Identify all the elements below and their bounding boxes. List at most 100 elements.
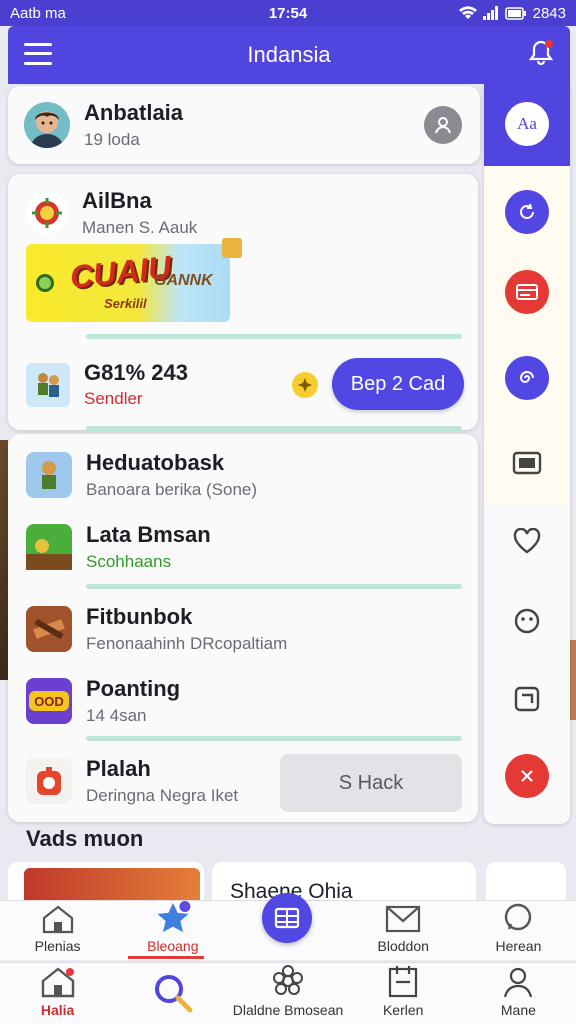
tab-halia[interactable]: Halia bbox=[0, 963, 115, 1024]
background-image-right bbox=[570, 640, 576, 720]
list-item-sub: 14 4san bbox=[86, 706, 147, 725]
list-item[interactable]: OOD Poanting 14 4san bbox=[26, 676, 180, 726]
feature-progress-top bbox=[86, 334, 462, 339]
banner-tag-text: Serkilil bbox=[104, 296, 147, 311]
refresh-icon bbox=[520, 203, 534, 219]
app-bar: Indansia bbox=[8, 26, 570, 84]
tab-label: Bloddon bbox=[377, 938, 429, 954]
stat-value: G81% 243 bbox=[84, 360, 188, 385]
list-divider-progress bbox=[86, 584, 462, 589]
spiral-button[interactable] bbox=[505, 356, 549, 400]
app-list-card: Heduatobask Banoara berika (Sone) Lata B… bbox=[8, 434, 478, 822]
list-divider-progress-2-fill bbox=[86, 736, 462, 741]
list-divider-progress-fill bbox=[86, 584, 462, 589]
heart-icon[interactable] bbox=[510, 524, 544, 558]
list-item[interactable]: Plalah Deringna Negra Iket bbox=[26, 756, 238, 806]
list-item-sub: Deringna Negra Iket bbox=[86, 786, 239, 805]
wallet-icon[interactable] bbox=[510, 446, 544, 480]
hack-button[interactable]: S Hack bbox=[280, 754, 462, 812]
tab-search[interactable] bbox=[115, 963, 230, 1024]
list-item-title: Poanting bbox=[86, 676, 181, 701]
background-image-left bbox=[0, 440, 8, 680]
list-divider-progress-2 bbox=[86, 736, 462, 741]
user-icon bbox=[435, 117, 451, 134]
list-item[interactable]: Lata Bmsan Scohhaans bbox=[26, 522, 211, 572]
primary-action-button[interactable]: Bep 2 Cad bbox=[332, 358, 464, 410]
text-style-label: Aa bbox=[517, 114, 537, 133]
menu-icon[interactable] bbox=[24, 40, 52, 68]
section-title: Vads muon bbox=[26, 826, 144, 851]
list-item-title: Fitbunbok bbox=[86, 604, 193, 629]
right-sidebar: Aa bbox=[484, 84, 570, 824]
tab-label: Mane bbox=[500, 1002, 536, 1018]
feature-title: AilBna bbox=[82, 188, 152, 213]
status-bar: Aatb ma 17:54 2843 bbox=[0, 0, 576, 26]
grid-icon bbox=[274, 907, 300, 929]
tab-herean[interactable]: Herean bbox=[461, 901, 576, 960]
crop-icon[interactable] bbox=[510, 682, 544, 716]
feature-progress-bottom-fill bbox=[86, 426, 462, 431]
list-item[interactable]: Heduatobask Banoara berika (Sone) bbox=[26, 450, 257, 500]
status-time: 17:54 bbox=[268, 4, 308, 22]
close-icon bbox=[521, 770, 533, 782]
list-item-sub: Scohhaans bbox=[86, 552, 172, 571]
app-icon bbox=[26, 606, 72, 652]
tab-kerlen[interactable]: Kerlen bbox=[346, 963, 461, 1024]
avatar bbox=[24, 102, 70, 148]
star-icon bbox=[157, 901, 191, 933]
list-item-title: Lata Bmsan bbox=[86, 522, 211, 547]
card-button[interactable] bbox=[505, 270, 549, 314]
app-icon bbox=[26, 524, 72, 570]
center-action-button[interactable] bbox=[262, 893, 312, 943]
tab-label: Bleoang bbox=[147, 938, 199, 954]
refresh-button[interactable] bbox=[505, 190, 549, 234]
feature-subtitle: Manen S. Aauk bbox=[82, 218, 198, 237]
feature-stats: G81% 243 Sendler bbox=[26, 360, 188, 409]
tab-bloddon[interactable]: Bloddon bbox=[346, 901, 461, 960]
tab-label: Dlaldne Bmosean bbox=[232, 1002, 344, 1018]
home-icon bbox=[42, 905, 73, 934]
feature-progress-top-fill bbox=[86, 334, 462, 339]
chat-icon bbox=[505, 903, 532, 931]
spiral-icon bbox=[519, 371, 534, 383]
page-title: Indansia bbox=[247, 42, 331, 67]
banner-badge-icon bbox=[222, 238, 242, 258]
svg-text:OOD: OOD bbox=[34, 694, 64, 709]
app-icon bbox=[26, 758, 72, 804]
coin-icon bbox=[292, 372, 318, 398]
tab-mane[interactable]: Mane bbox=[461, 963, 576, 1024]
profile-sub: 19 loda bbox=[84, 130, 140, 149]
app-icon: OOD bbox=[26, 678, 72, 724]
notification-bell-icon[interactable] bbox=[526, 38, 556, 68]
profile-name: Anbatlaia bbox=[84, 100, 184, 125]
profile-card[interactable]: Anbatlaia 19 loda bbox=[8, 86, 480, 164]
list-item[interactable]: Fitbunbok Fenonaahinh DRcopaltiam bbox=[26, 604, 287, 654]
tab-bar-bottom: Halia Dlaldne Bmosean Kerlen Mane bbox=[0, 962, 576, 1024]
tab-dlaldne[interactable]: Dlaldne Bmosean bbox=[230, 963, 345, 1024]
list-item-sub: Banoara berika (Sone) bbox=[86, 480, 258, 499]
document-icon bbox=[389, 966, 418, 998]
tab-label: Plenias bbox=[34, 938, 81, 954]
feature-header: AilBna Manen S. Aauk bbox=[26, 188, 197, 238]
user-settings-button[interactable] bbox=[424, 106, 462, 144]
tab-label: Halia bbox=[40, 1002, 75, 1018]
card-icon bbox=[516, 284, 538, 300]
text-style-button[interactable]: Aa bbox=[505, 102, 549, 146]
profile-icon bbox=[504, 967, 533, 998]
mail-icon bbox=[386, 905, 421, 933]
feature-logo-icon bbox=[26, 192, 68, 234]
stat-sub: Sendler bbox=[84, 389, 143, 408]
active-tab-indicator bbox=[128, 956, 204, 959]
tab-label: Kerlen bbox=[382, 1002, 424, 1018]
search-icon bbox=[154, 975, 193, 1013]
tab-bleoang[interactable]: Bleoang bbox=[115, 901, 230, 960]
feature-card: AilBna Manen S. Aauk CUAIU GANNK Serkili… bbox=[8, 174, 478, 431]
tab-label: Herean bbox=[495, 938, 542, 954]
app-icon bbox=[26, 452, 72, 498]
list-item-title: Plalah bbox=[86, 756, 151, 781]
list-item-sub: Fenonaahinh DRcopaltiam bbox=[86, 634, 288, 653]
close-button[interactable] bbox=[505, 754, 549, 798]
smile-icon[interactable] bbox=[510, 604, 544, 638]
game-banner[interactable]: CUAIU GANNK Serkilil bbox=[26, 244, 230, 322]
tab-plenias[interactable]: Plenias bbox=[0, 901, 115, 960]
